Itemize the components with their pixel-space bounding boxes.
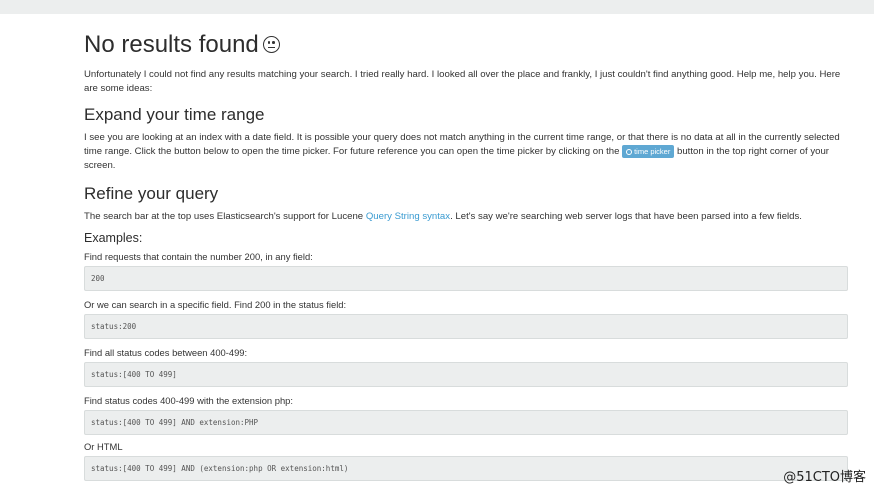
top-bar xyxy=(0,0,874,14)
no-results-panel: No results found Unfortunately I could n… xyxy=(84,30,848,481)
example-item: Find status codes 400-499 with the exten… xyxy=(84,395,848,435)
example-label: Or HTML xyxy=(84,441,123,452)
example-label: Or we can search in a specific field. Fi… xyxy=(84,299,347,310)
example-code: status:[400 TO 499] xyxy=(84,362,848,387)
examples-heading: Examples: xyxy=(84,231,143,245)
example-label: Find requests that contain the number 20… xyxy=(84,251,313,262)
example-label: Find status codes 400-499 with the exten… xyxy=(84,395,293,406)
example-label: Find all status codes between 400-499: xyxy=(84,347,248,358)
sad-face-icon xyxy=(262,36,280,53)
time-range-heading: Expand your time range xyxy=(84,105,265,124)
intro-text: Unfortunately I could not find any resul… xyxy=(84,69,841,94)
query-string-syntax-link[interactable]: Query String syntax xyxy=(366,211,450,222)
refine-query-heading: Refine your query xyxy=(84,184,219,203)
example-item: Or we can search in a specific field. Fi… xyxy=(84,299,848,339)
time-range-text: I see you are looking at an index with a… xyxy=(84,132,840,171)
clock-icon xyxy=(626,149,633,155)
watermark: @51CTO博客 xyxy=(783,470,866,485)
example-code: 200 xyxy=(84,266,848,291)
page-title: No results found xyxy=(84,30,848,60)
refine-query-text: The search bar at the top uses Elasticse… xyxy=(84,211,802,222)
example-code: status:200 xyxy=(84,314,848,339)
example-item: Or HTML status:[400 TO 499] AND (extensi… xyxy=(84,441,848,481)
example-item: Find requests that contain the number 20… xyxy=(84,251,848,291)
time-picker-button[interactable]: time picker xyxy=(622,145,675,158)
example-item: Find all status codes between 400-499: s… xyxy=(84,347,848,387)
example-code: status:[400 TO 499] AND extension:PHP xyxy=(84,410,848,435)
example-code: status:[400 TO 499] AND (extension:php O… xyxy=(84,456,848,481)
